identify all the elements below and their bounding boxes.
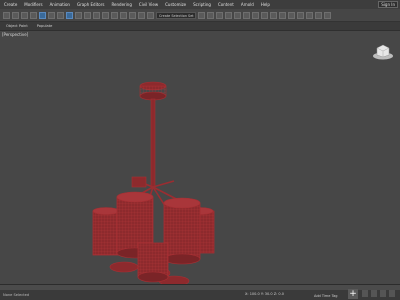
link-icon[interactable]: [21, 11, 28, 19]
chandelier-wireframe-model[interactable]: [80, 53, 240, 285]
toggle-ribbon-icon[interactable]: [225, 11, 232, 19]
zoom-icon[interactable]: [362, 290, 368, 297]
scene-explorer-icon[interactable]: [306, 11, 313, 19]
undo-icon[interactable]: [3, 11, 10, 19]
menu-scripting[interactable]: Scripting: [193, 2, 211, 7]
viewport-label[interactable]: [Perspective]: [2, 32, 28, 37]
arnold-icon[interactable]: [297, 11, 304, 19]
time-slider[interactable]: [0, 285, 400, 290]
snap-icon[interactable]: [111, 11, 118, 19]
percent-snap-icon[interactable]: [129, 11, 136, 19]
pivot-icon[interactable]: [102, 11, 109, 19]
curve-editor-icon[interactable]: [234, 11, 241, 19]
tab-object-paint[interactable]: Object Paint: [6, 24, 28, 28]
selection-set-dropdown[interactable]: Create Selection Set: [156, 11, 196, 19]
menu-civil-view[interactable]: Civil View: [139, 2, 158, 7]
workspace-icon[interactable]: [315, 11, 322, 19]
material-editor-icon[interactable]: [252, 11, 259, 19]
pan-icon[interactable]: [380, 290, 386, 297]
selection-status: None Selected: [3, 293, 30, 297]
orbit-icon[interactable]: [371, 290, 377, 297]
tab-populate[interactable]: Populate: [37, 24, 53, 28]
viewcube-icon[interactable]: [372, 44, 394, 62]
menu-modifiers[interactable]: Modifiers: [24, 2, 42, 7]
add-key-icon[interactable]: +: [348, 289, 358, 299]
reference-coordinate-icon[interactable]: [93, 11, 100, 19]
render-iterative-icon[interactable]: [288, 11, 295, 19]
menu-arnold[interactable]: Arnold: [241, 2, 254, 7]
spinner-snap-icon[interactable]: [138, 11, 145, 19]
menu-animation[interactable]: Animation: [50, 2, 70, 7]
unlink-icon[interactable]: [30, 11, 37, 19]
menu-bar: Create Modifiers Animation Graph Editors…: [0, 0, 400, 9]
move-icon[interactable]: [66, 11, 73, 19]
scale-icon[interactable]: [84, 11, 91, 19]
viewport-navigation: [362, 290, 395, 297]
menu-help[interactable]: Help: [261, 2, 270, 7]
viewport-perspective[interactable]: [Perspective]: [0, 30, 400, 285]
project-folder-icon[interactable]: [324, 11, 331, 19]
align-icon[interactable]: [207, 11, 214, 19]
select-object-icon[interactable]: [39, 11, 46, 19]
select-by-name-icon[interactable]: [48, 11, 55, 19]
menu-graph-editors[interactable]: Graph Editors: [77, 2, 104, 7]
redo-icon[interactable]: [12, 11, 19, 19]
menu-create[interactable]: Create: [4, 2, 17, 7]
layer-explorer-icon[interactable]: [216, 11, 223, 19]
menu-content[interactable]: Content: [218, 2, 234, 7]
render-setup-icon[interactable]: [261, 11, 268, 19]
render-icon[interactable]: [279, 11, 286, 19]
angle-snap-icon[interactable]: [120, 11, 127, 19]
menu-rendering[interactable]: Rendering: [111, 2, 131, 7]
rectangle-selection-icon[interactable]: [57, 11, 64, 19]
add-time-tag[interactable]: Add Time Tag: [314, 294, 338, 298]
main-toolbar: Create Selection Set: [0, 9, 400, 22]
edit-named-selection-icon[interactable]: [147, 11, 154, 19]
coordinate-readout[interactable]: X: 100.0 Y: 30.0 Z: 0.0: [245, 292, 284, 296]
mirror-icon[interactable]: [198, 11, 205, 19]
status-bar: None Selected X: 100.0 Y: 30.0 Z: 0.0 Ad…: [0, 284, 400, 300]
menu-customize[interactable]: Customize: [165, 2, 186, 7]
rotate-icon[interactable]: [75, 11, 82, 19]
sign-in-button[interactable]: Sign In: [378, 1, 398, 8]
schematic-view-icon[interactable]: [243, 11, 250, 19]
rendered-frame-icon[interactable]: [270, 11, 277, 19]
maximize-viewport-icon[interactable]: [389, 290, 395, 297]
ribbon-tabs: Object Paint Populate: [0, 22, 400, 30]
